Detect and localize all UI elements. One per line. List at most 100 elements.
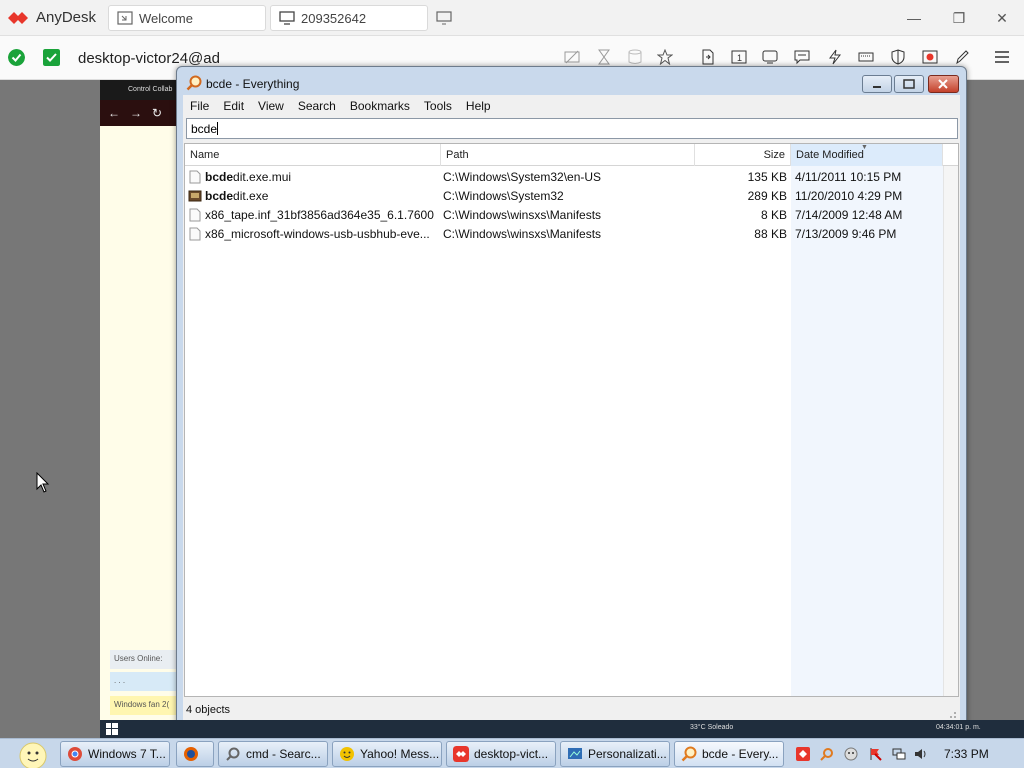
display-one-icon[interactable]: 1: [731, 49, 747, 65]
anydesk-tray-icon[interactable]: [796, 747, 810, 761]
permissions-icon[interactable]: [43, 49, 60, 66]
column-header-size[interactable]: Size: [695, 144, 791, 166]
windows-start-icon[interactable]: [106, 723, 118, 735]
everything-tray-icon[interactable]: [820, 747, 834, 761]
taskbar-item[interactable]: desktop-vict...: [446, 741, 556, 767]
resize-grip-icon[interactable]: [947, 709, 957, 719]
file-transfer-icon[interactable]: [700, 49, 716, 65]
tab-session[interactable]: 209352642: [270, 5, 428, 31]
name-remainder: dit.exe: [233, 189, 269, 203]
column-header-path[interactable]: Path: [441, 144, 695, 166]
hourglass-icon[interactable]: [596, 49, 612, 65]
taskbar-item[interactable]: Personalizati...: [560, 741, 670, 767]
row-date: 11/20/2010 4:29 PM: [795, 189, 903, 203]
search-input[interactable]: bcde: [186, 118, 958, 139]
match-highlight: bcde: [205, 170, 234, 184]
taskbar-item-label: Yahoo! Mess...: [360, 747, 440, 761]
row-name: bcdedit.exe: [205, 189, 435, 203]
menu-bar: File Edit View Search Bookmarks Tools He…: [183, 95, 960, 117]
window-title: bcde - Everything: [206, 77, 300, 91]
column-header-date-label: Date Modified: [796, 149, 864, 161]
everything-titlebar[interactable]: bcde - Everything: [177, 67, 966, 95]
minimize-button[interactable]: [862, 75, 892, 93]
row-name: x86_microsoft-windows-usb-usbhub-eve...: [205, 227, 435, 241]
monitor-icon: [279, 11, 295, 25]
new-tab-icon[interactable]: [436, 11, 452, 25]
name-remainder: x86_tape.inf_31bf3856ad364e35_6.1.7600.1…: [205, 208, 435, 222]
file-icon: [189, 208, 201, 222]
personalization-icon: [568, 748, 582, 759]
column-header-name[interactable]: Name: [185, 144, 441, 166]
menu-tools[interactable]: Tools: [417, 99, 459, 113]
row-size: 8 KB: [760, 208, 787, 222]
volume-icon[interactable]: [914, 747, 928, 761]
windows-taskbar: Windows 7 T... cmd - Searc... Yahoo! Mes…: [0, 738, 1024, 768]
table-row[interactable]: x86_microsoft-windows-usb-usbhub-eve... …: [185, 225, 943, 244]
close-icon[interactable]: ✕: [992, 8, 1012, 28]
background-browser-window: Control Collab ←→↻ Users Online: . . . W…: [100, 80, 180, 720]
taskbar-item-firefox[interactable]: [176, 741, 214, 767]
sorted-column-highlight: [791, 166, 943, 696]
list-header: Name Path Size Date Modified ▼: [185, 144, 958, 166]
taskbar-item[interactable]: Yahoo! Mess...: [332, 741, 442, 767]
taskbar-item-label: desktop-vict...: [474, 747, 549, 761]
menu-edit[interactable]: Edit: [216, 99, 251, 113]
row-size: 135 KB: [747, 170, 787, 184]
action-center-icon[interactable]: [868, 747, 882, 761]
menu-view[interactable]: View: [251, 99, 291, 113]
minimize-icon[interactable]: —: [904, 8, 924, 28]
anydesk-logo-icon: [8, 12, 28, 24]
row-date: 7/13/2009 9:46 PM: [795, 227, 897, 241]
match-highlight: bcde: [205, 189, 234, 203]
tab-welcome-label: Welcome: [139, 10, 193, 26]
file-icon: [189, 227, 201, 241]
close-button[interactable]: [928, 75, 959, 93]
results-list[interactable]: Name Path Size Date Modified ▼ bcdedit.e…: [184, 143, 959, 697]
keyboard-icon[interactable]: [858, 49, 874, 65]
messenger-tray-icon[interactable]: [844, 747, 858, 761]
menu-file[interactable]: File: [183, 99, 216, 113]
table-row[interactable]: bcdedit.exe C:\Windows\System32 289 KB 1…: [185, 187, 943, 206]
menu-icon[interactable]: [994, 49, 1010, 65]
browser-title: Control Collab: [100, 80, 180, 100]
restore-icon[interactable]: ❐: [949, 8, 969, 28]
record-icon[interactable]: [922, 49, 938, 65]
maximize-icon: [903, 79, 915, 89]
table-row[interactable]: bcdedit.exe.mui C:\Windows\System32\en-U…: [185, 168, 943, 187]
sort-descending-icon: ▼: [861, 144, 868, 151]
chrome-icon: [68, 747, 82, 761]
row-name: bcdedit.exe.mui: [205, 170, 435, 184]
database-icon[interactable]: [627, 49, 643, 65]
actions-icon[interactable]: [827, 49, 843, 65]
pen-icon[interactable]: [954, 49, 970, 65]
maximize-button[interactable]: [894, 75, 924, 93]
row-date: 4/11/2011 10:15 PM: [795, 170, 902, 184]
taskbar-item[interactable]: bcde - Every...: [674, 741, 784, 767]
taskbar-clock[interactable]: 7:33 PM: [944, 747, 989, 761]
vertical-scrollbar[interactable]: [943, 166, 958, 696]
tab-welcome[interactable]: Welcome: [108, 5, 266, 31]
display-icon[interactable]: [762, 49, 778, 65]
chat-icon[interactable]: [794, 49, 810, 65]
exe-icon: [188, 190, 202, 202]
menu-help[interactable]: Help: [459, 99, 498, 113]
taskbar-item[interactable]: cmd - Searc...: [218, 741, 328, 767]
shield-icon[interactable]: [890, 49, 906, 65]
menu-bookmarks[interactable]: Bookmarks: [343, 99, 417, 113]
firefox-icon: [184, 747, 198, 761]
close-icon: [938, 79, 948, 89]
row-size: 289 KB: [747, 189, 787, 203]
magnifier-icon: [681, 746, 697, 762]
anydesk-tabbar: AnyDesk Welcome 209352642 — ❐ ✕: [0, 0, 1024, 36]
menu-search[interactable]: Search: [291, 99, 343, 113]
star-icon[interactable]: [657, 49, 673, 65]
privacy-mode-icon[interactable]: [564, 49, 580, 65]
start-orb-icon[interactable]: [6, 739, 48, 768]
row-path: C:\Windows\System32: [443, 189, 564, 203]
network-icon[interactable]: [892, 747, 906, 761]
window-icon: [117, 11, 133, 25]
row-size: 88 KB: [754, 227, 787, 241]
table-row[interactable]: x86_tape.inf_31bf3856ad364e35_6.1.7600.1…: [185, 206, 943, 225]
column-header-date[interactable]: Date Modified ▼: [791, 144, 943, 166]
taskbar-item[interactable]: Windows 7 T...: [60, 741, 170, 767]
